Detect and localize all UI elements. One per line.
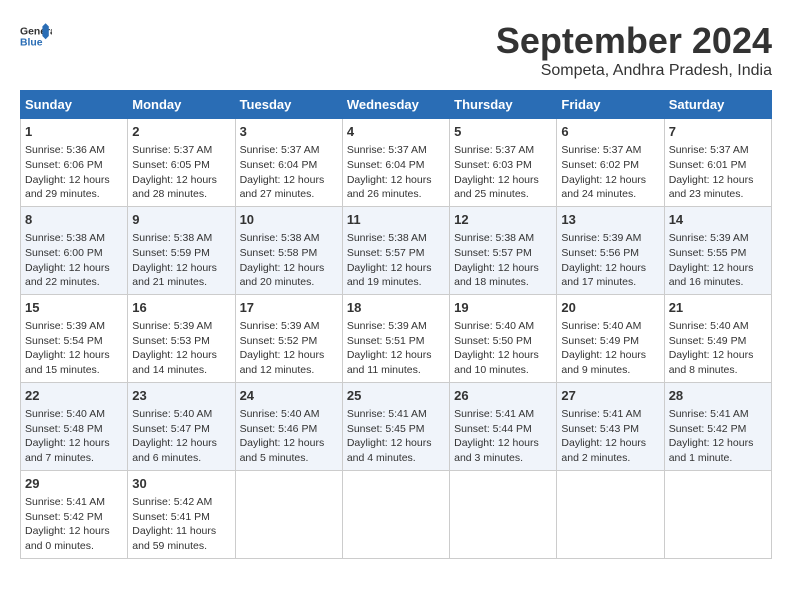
table-row: 4Sunrise: 5:37 AMSunset: 6:04 PMDaylight…	[342, 119, 449, 207]
table-row	[235, 470, 342, 558]
table-row: 13Sunrise: 5:39 AMSunset: 5:56 PMDayligh…	[557, 206, 664, 294]
table-row: 18Sunrise: 5:39 AMSunset: 5:51 PMDayligh…	[342, 294, 449, 382]
col-friday: Friday	[557, 91, 664, 119]
table-row: 23Sunrise: 5:40 AMSunset: 5:47 PMDayligh…	[128, 382, 235, 470]
table-row: 20Sunrise: 5:40 AMSunset: 5:49 PMDayligh…	[557, 294, 664, 382]
table-row: 29Sunrise: 5:41 AMSunset: 5:42 PMDayligh…	[21, 470, 128, 558]
table-row: 16Sunrise: 5:39 AMSunset: 5:53 PMDayligh…	[128, 294, 235, 382]
table-row	[664, 470, 771, 558]
table-row: 15Sunrise: 5:39 AMSunset: 5:54 PMDayligh…	[21, 294, 128, 382]
table-row: 11Sunrise: 5:38 AMSunset: 5:57 PMDayligh…	[342, 206, 449, 294]
table-row: 28Sunrise: 5:41 AMSunset: 5:42 PMDayligh…	[664, 382, 771, 470]
table-row: 3Sunrise: 5:37 AMSunset: 6:04 PMDaylight…	[235, 119, 342, 207]
logo-icon: General Blue	[20, 20, 52, 52]
month-title: September 2024	[496, 20, 772, 62]
calendar-table: Sunday Monday Tuesday Wednesday Thursday…	[20, 90, 772, 559]
svg-text:Blue: Blue	[20, 38, 43, 49]
col-wednesday: Wednesday	[342, 91, 449, 119]
table-row: 2Sunrise: 5:37 AMSunset: 6:05 PMDaylight…	[128, 119, 235, 207]
table-row: 10Sunrise: 5:38 AMSunset: 5:58 PMDayligh…	[235, 206, 342, 294]
col-tuesday: Tuesday	[235, 91, 342, 119]
table-row: 14Sunrise: 5:39 AMSunset: 5:55 PMDayligh…	[664, 206, 771, 294]
table-row: 26Sunrise: 5:41 AMSunset: 5:44 PMDayligh…	[450, 382, 557, 470]
location: Sompeta, Andhra Pradesh, India	[496, 62, 772, 80]
table-row: 1Sunrise: 5:36 AMSunset: 6:06 PMDaylight…	[21, 119, 128, 207]
col-thursday: Thursday	[450, 91, 557, 119]
col-saturday: Saturday	[664, 91, 771, 119]
page-header: General Blue September 2024 Sompeta, And…	[20, 20, 772, 80]
table-row: 17Sunrise: 5:39 AMSunset: 5:52 PMDayligh…	[235, 294, 342, 382]
col-sunday: Sunday	[21, 91, 128, 119]
table-row	[450, 470, 557, 558]
table-row: 24Sunrise: 5:40 AMSunset: 5:46 PMDayligh…	[235, 382, 342, 470]
column-headers: Sunday Monday Tuesday Wednesday Thursday…	[21, 91, 772, 119]
table-row	[557, 470, 664, 558]
table-row: 12Sunrise: 5:38 AMSunset: 5:57 PMDayligh…	[450, 206, 557, 294]
table-row: 9Sunrise: 5:38 AMSunset: 5:59 PMDaylight…	[128, 206, 235, 294]
table-row: 27Sunrise: 5:41 AMSunset: 5:43 PMDayligh…	[557, 382, 664, 470]
table-row: 5Sunrise: 5:37 AMSunset: 6:03 PMDaylight…	[450, 119, 557, 207]
table-row: 6Sunrise: 5:37 AMSunset: 6:02 PMDaylight…	[557, 119, 664, 207]
table-row: 30Sunrise: 5:42 AMSunset: 5:41 PMDayligh…	[128, 470, 235, 558]
table-row: 25Sunrise: 5:41 AMSunset: 5:45 PMDayligh…	[342, 382, 449, 470]
col-monday: Monday	[128, 91, 235, 119]
logo: General Blue	[20, 20, 52, 52]
table-row	[342, 470, 449, 558]
table-row: 8Sunrise: 5:38 AMSunset: 6:00 PMDaylight…	[21, 206, 128, 294]
table-row: 22Sunrise: 5:40 AMSunset: 5:48 PMDayligh…	[21, 382, 128, 470]
title-block: September 2024 Sompeta, Andhra Pradesh, …	[496, 20, 772, 80]
table-row: 7Sunrise: 5:37 AMSunset: 6:01 PMDaylight…	[664, 119, 771, 207]
table-row: 19Sunrise: 5:40 AMSunset: 5:50 PMDayligh…	[450, 294, 557, 382]
table-row: 21Sunrise: 5:40 AMSunset: 5:49 PMDayligh…	[664, 294, 771, 382]
